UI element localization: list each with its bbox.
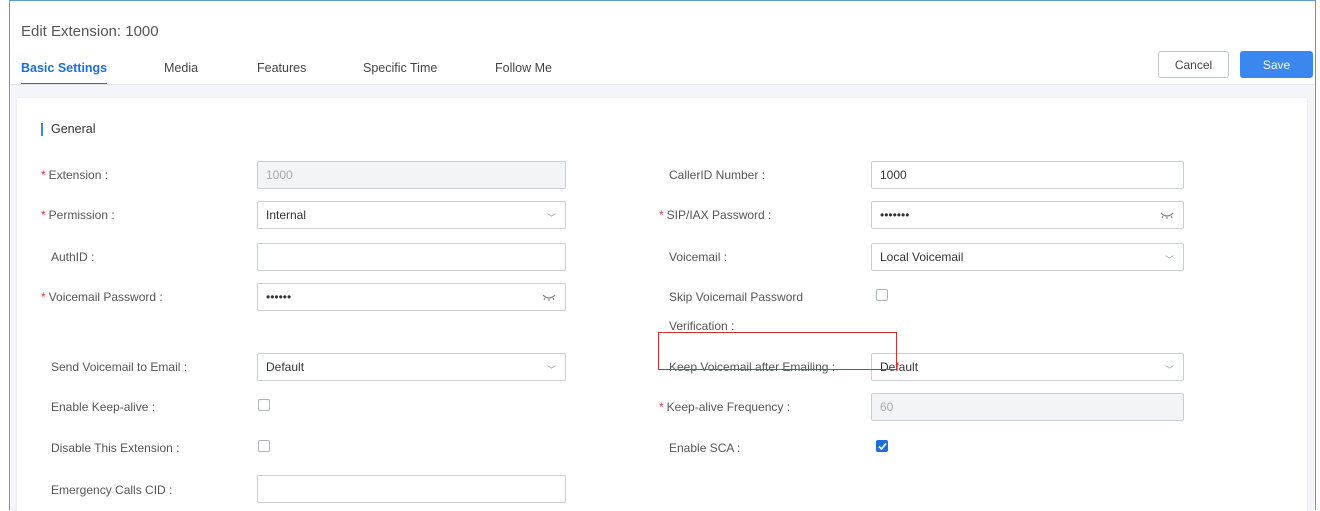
callerid-field[interactable]: 1000 (871, 161, 1184, 189)
voicemail-password-value: •••••• (266, 290, 292, 304)
enable-keepalive-label: Enable Keep-alive : (51, 400, 156, 414)
skip-vm-verification-label-2: Verification : (669, 319, 735, 333)
sip-password-value: ••••••• (880, 208, 910, 222)
required-asterisk: * (659, 400, 664, 414)
chevron-down-icon: ﹀ (1164, 365, 1174, 375)
sip-password-field[interactable]: ••••••• (871, 201, 1184, 229)
required-asterisk: * (41, 208, 46, 222)
tab-follow-me[interactable]: Follow Me (495, 61, 552, 83)
keepalive-frequency-label: * Keep-alive Frequency : (659, 400, 791, 414)
enable-sca-checkbox[interactable] (876, 440, 888, 452)
emergency-cid-label: Emergency Calls CID : (51, 483, 173, 497)
authid-field[interactable] (257, 243, 566, 271)
save-button[interactable]: Save (1240, 51, 1313, 78)
authid-label: AuthID : (51, 250, 95, 264)
chevron-down-icon: ﹀ (546, 213, 556, 223)
section-title-general: General (41, 123, 95, 136)
emergency-cid-field[interactable] (257, 475, 566, 503)
voicemail-password-field[interactable]: •••••• (257, 283, 566, 311)
tab-basic-settings[interactable]: Basic Settings (21, 61, 108, 85)
check-icon (878, 442, 887, 451)
required-asterisk: * (41, 168, 46, 182)
send-voicemail-email-select[interactable]: Default ﹀ (257, 353, 566, 381)
tab-features[interactable]: Features (257, 61, 306, 83)
tab-specific-time[interactable]: Specific Time (363, 61, 437, 83)
page-title: Edit Extension: 1000 (21, 23, 159, 40)
chevron-down-icon: ﹀ (1164, 255, 1174, 265)
voicemail-value: Local Voicemail (880, 250, 964, 264)
voicemail-password-label: * Voicemail Password : (41, 290, 163, 304)
disable-extension-checkbox[interactable] (258, 440, 270, 452)
tab-media[interactable]: Media (164, 61, 198, 83)
enable-keepalive-checkbox[interactable] (258, 399, 270, 411)
keepalive-frequency-field: 60 (871, 393, 1184, 421)
eye-hidden-icon[interactable] (542, 292, 556, 302)
permission-label: * Permission : (41, 208, 115, 222)
extension-field: 1000 (257, 161, 566, 189)
voicemail-label: Voicemail : (669, 250, 728, 264)
general-panel: General * Extension : 1000 * Permission : … (17, 98, 1307, 511)
eye-hidden-icon[interactable] (1160, 210, 1174, 220)
required-asterisk: * (659, 208, 664, 222)
enable-sca-highlight-box (658, 332, 897, 370)
permission-select[interactable]: Internal ﹀ (257, 201, 566, 229)
required-asterisk: * (41, 290, 46, 304)
cancel-button[interactable]: Cancel (1158, 51, 1229, 78)
enable-sca-label: Enable SCA : (669, 441, 741, 455)
skip-vm-verification-checkbox[interactable] (876, 289, 888, 301)
sip-password-label: * SIP/IAX Password : (659, 208, 772, 222)
extension-label: * Extension : (41, 168, 109, 182)
send-voicemail-email-value: Default (266, 360, 305, 374)
chevron-down-icon: ﹀ (546, 365, 556, 375)
voicemail-select[interactable]: Local Voicemail ﹀ (871, 243, 1184, 271)
skip-vm-verification-label: Skip Voicemail Password (669, 290, 804, 304)
keep-vm-after-email-select[interactable]: Default ﹀ (871, 353, 1184, 381)
callerid-label: CallerID Number : (669, 168, 766, 182)
disable-extension-label: Disable This Extension : (51, 441, 180, 455)
tab-bar: Basic Settings Media Features Specific T… (10, 61, 1315, 85)
edit-extension-window: Edit Extension: 1000 Basic Settings Medi… (9, 0, 1316, 511)
send-voicemail-email-label: Send Voicemail to Email : (51, 360, 188, 374)
permission-value: Internal (266, 208, 307, 222)
